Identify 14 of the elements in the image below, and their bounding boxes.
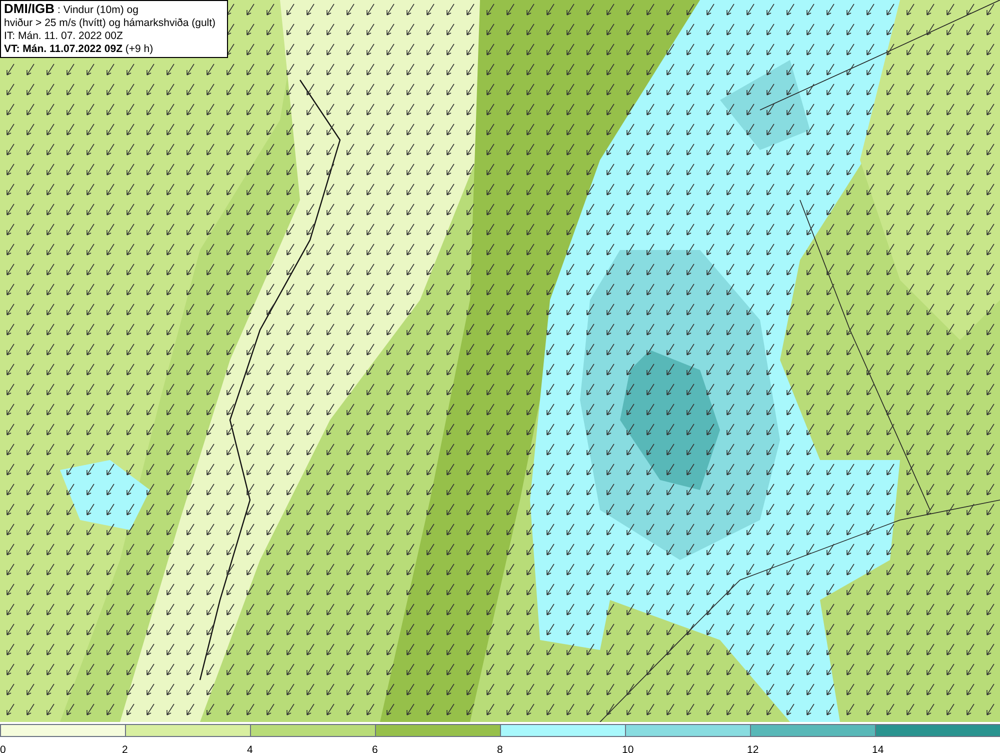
- scale-tick-label: 2: [122, 744, 128, 753]
- scale-tick-label: 10: [622, 744, 634, 753]
- scale-tick-label: 0: [0, 744, 6, 753]
- scale-tick-label: 4: [247, 744, 253, 753]
- scale-tick-label: 14: [872, 744, 884, 753]
- scale-tick-label: 6: [372, 744, 378, 753]
- scale-tick-label: 8: [497, 744, 503, 753]
- title-text: : Vindur (10m) og: [57, 4, 138, 16]
- source-label: DMI/IGB: [4, 1, 55, 16]
- lead-time: (+9 h): [125, 43, 154, 55]
- issue-time: IT: Mán. 11. 07. 2022 00Z: [4, 30, 124, 43]
- valid-time: VT: Mán. 11.07.2022 09Z: [4, 43, 122, 55]
- scale-tick-label: 12: [747, 744, 759, 753]
- subtitle-text: hviður > 25 m/s (hvítt) og hámarkshviða (gult): [4, 17, 217, 30]
